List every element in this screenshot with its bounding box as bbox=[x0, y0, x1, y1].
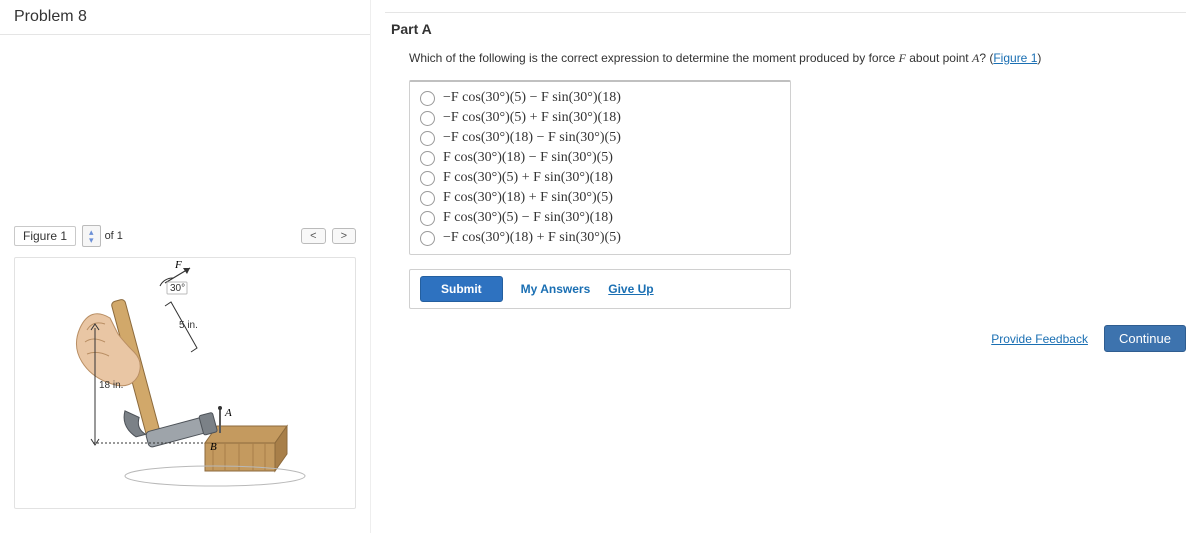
option-radio[interactable] bbox=[420, 151, 435, 166]
part-a-title: Part A bbox=[385, 12, 1186, 45]
option-radio[interactable] bbox=[420, 91, 435, 106]
option-radio[interactable] bbox=[420, 111, 435, 126]
option-label: −F cos(30°)(18) + F sin(30°)(5) bbox=[443, 230, 621, 246]
svg-text:F: F bbox=[174, 259, 182, 271]
option-radio[interactable] bbox=[420, 191, 435, 206]
svg-text:18 in.: 18 in. bbox=[99, 380, 123, 391]
figure-number-stepper[interactable]: ▴▾ bbox=[82, 225, 101, 247]
option-radio[interactable] bbox=[420, 171, 435, 186]
option-label: −F cos(30°)(5) + F sin(30°)(18) bbox=[443, 110, 621, 126]
svg-text:B: B bbox=[210, 441, 217, 453]
figure-prev-button[interactable]: < bbox=[301, 228, 325, 244]
option-label: F cos(30°)(5) − F sin(30°)(18) bbox=[443, 210, 613, 226]
answer-options: −F cos(30°)(5) − F sin(30°)(18) −F cos(3… bbox=[409, 80, 791, 255]
question-text: Which of the following is the correct ex… bbox=[385, 45, 1186, 80]
problem-title: Problem 8 bbox=[0, 0, 370, 35]
option-radio[interactable] bbox=[420, 131, 435, 146]
give-up-link[interactable]: Give Up bbox=[608, 282, 653, 296]
option-label: F cos(30°)(18) + F sin(30°)(5) bbox=[443, 190, 613, 206]
figure-next-button[interactable]: > bbox=[332, 228, 356, 244]
continue-button[interactable]: Continue bbox=[1104, 325, 1186, 352]
svg-text:5 in.: 5 in. bbox=[179, 320, 198, 331]
option-label: −F cos(30°)(5) − F sin(30°)(18) bbox=[443, 90, 621, 106]
submit-button[interactable]: Submit bbox=[420, 276, 503, 302]
option-label: F cos(30°)(18) − F sin(30°)(5) bbox=[443, 150, 613, 166]
svg-text:30°: 30° bbox=[170, 283, 185, 294]
option-radio[interactable] bbox=[420, 231, 435, 246]
figure-link[interactable]: Figure 1 bbox=[993, 51, 1037, 65]
my-answers-label: My Answers bbox=[521, 282, 591, 296]
figure-label: Figure 1 bbox=[14, 226, 76, 246]
figure-image: A B F 30 bbox=[14, 257, 356, 509]
svg-text:A: A bbox=[224, 407, 232, 419]
provide-feedback-link[interactable]: Provide Feedback bbox=[991, 332, 1088, 346]
option-radio[interactable] bbox=[420, 211, 435, 226]
stepper-icon: ▴▾ bbox=[89, 228, 94, 244]
option-label: F cos(30°)(5) + F sin(30°)(18) bbox=[443, 170, 613, 186]
option-label: −F cos(30°)(18) − F sin(30°)(5) bbox=[443, 130, 621, 146]
figure-total-text: of 1 bbox=[105, 230, 123, 242]
